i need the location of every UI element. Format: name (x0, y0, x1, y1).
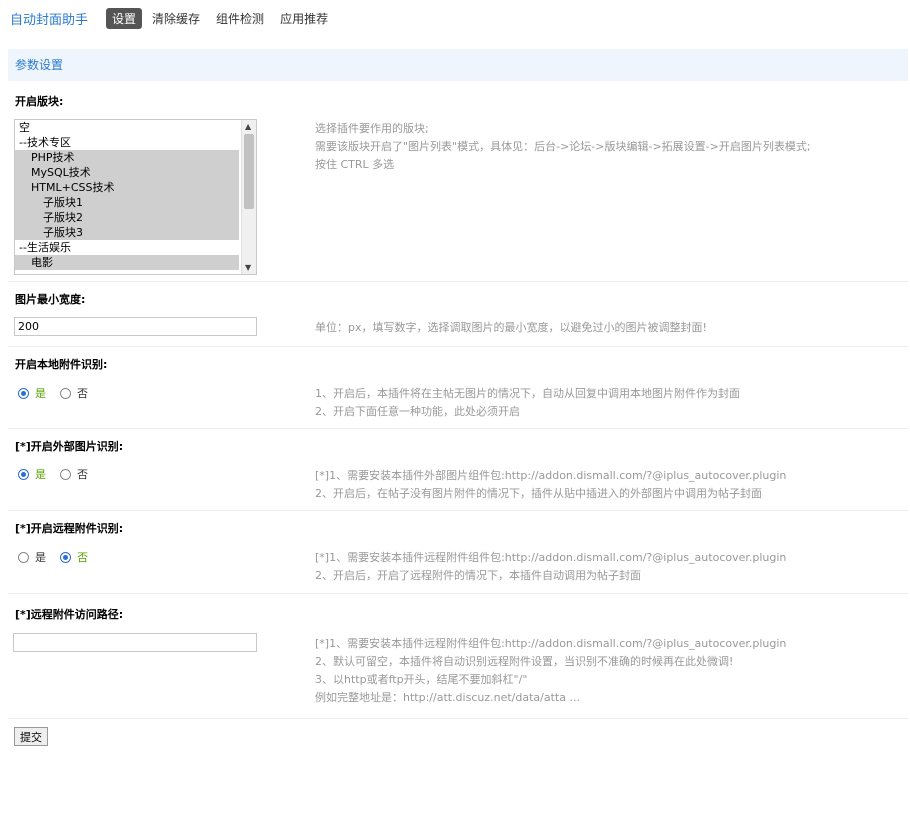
remote-path-label: [*]远程附件访问路径: (15, 608, 124, 621)
remote-attach-radios: 是 否 (18, 549, 102, 565)
local-attach-label: 开启本地附件识别: (15, 358, 108, 371)
remote-attach-hint: [*]1、需要安装本插件远程附件组件包:http://addon.dismall… (315, 549, 786, 585)
remote-attach-yes-radio[interactable] (18, 551, 29, 563)
local-attach-no-radio[interactable] (60, 387, 71, 399)
hint-line: 2、开启后，在帖子没有图片附件的情况下，插件从贴中插进入的外部图片中调用为帖子封… (315, 487, 762, 500)
hint-line: [*]1、需要安装本插件远程附件组件包:http://addon.dismall… (315, 637, 787, 650)
hint-line: 2、开启后，开启了远程附件的情况下，本插件自动调用为帖子封面 (315, 569, 641, 582)
external-image-yes-radio[interactable] (18, 468, 29, 480)
listbox-option[interactable]: 空 (15, 120, 239, 135)
listbox-option[interactable]: PHP技术 (15, 150, 239, 165)
divider (8, 281, 908, 282)
remote-attach-label: [*]开启远程附件识别: (15, 522, 124, 535)
radio-label-yes[interactable]: 是 (35, 385, 46, 401)
external-image-no-radio[interactable] (60, 468, 71, 480)
local-attach-hint: 1、开启后，本插件将在主帖无图片的情况下，自动从回复中调用本地图片附件作为封面 … (315, 385, 740, 421)
external-image-hint: [*]1、需要安装本插件外部图片组件包:http://addon.dismall… (315, 467, 786, 503)
listbox-option[interactable]: 子版块1 (15, 195, 239, 210)
listbox-option[interactable]: 子版块3 (15, 225, 239, 240)
listbox-option[interactable]: MySQL技术 (15, 165, 239, 180)
radio-label-no[interactable]: 否 (77, 385, 88, 401)
tab-settings[interactable]: 设置 (106, 7, 143, 29)
remote-attach-no-radio[interactable] (60, 551, 71, 563)
tab-component-check[interactable]: 组件检测 (210, 8, 270, 29)
hint-line: 例如完整地址是：http://att.discuz.net/data/atta … (315, 691, 580, 704)
listbox-option[interactable]: --技术专区 (15, 135, 239, 150)
scroll-thumb[interactable] (244, 134, 254, 209)
section-title: 参数设置 (8, 49, 908, 81)
radio-label-no[interactable]: 否 (77, 466, 88, 482)
listbox-option[interactable]: HTML+CSS技术 (15, 180, 239, 195)
hint-line: 需要该版块开启了"图片列表"模式，具体见：后台->论坛->版块编辑->拓展设置-… (315, 140, 811, 153)
tab-app-recommend[interactable]: 应用推荐 (274, 8, 334, 29)
submit-button[interactable]: 提交 (14, 727, 48, 746)
scroll-down-icon[interactable]: ▼ (245, 263, 251, 272)
block-select-hint: 选择插件要作用的版块; 需要该版块开启了"图片列表"模式，具体见：后台->论坛-… (315, 120, 811, 174)
divider (8, 593, 908, 594)
hint-line: [*]1、需要安装本插件外部图片组件包:http://addon.dismall… (315, 469, 787, 482)
divider (8, 346, 908, 347)
local-attach-yes-radio[interactable] (18, 387, 29, 399)
app-title[interactable]: 自动封面助手 (10, 9, 88, 28)
listbox-scrollbar[interactable]: ▲ ▼ (241, 120, 256, 274)
top-nav: 自动封面助手 设置 清除缓存 组件检测 应用推荐 (10, 7, 338, 29)
tab-clear-cache[interactable]: 清除缓存 (146, 8, 206, 29)
hint-line: 1、开启后，本插件将在主帖无图片的情况下，自动从回复中调用本地图片附件作为封面 (315, 387, 740, 400)
hint-line: 2、默认可留空，本插件将自动识别远程附件设置，当识别不准确的时候再在此处微调! (315, 655, 734, 668)
local-attach-radios: 是 否 (18, 385, 102, 401)
hint-line: 2、开启下面任意一种功能，此处必须开启 (315, 405, 520, 418)
listbox-options: 空 --技术专区 PHP技术 MySQL技术 HTML+CSS技术 子版块1 子版块2 子版块… (15, 120, 256, 270)
divider (8, 718, 908, 719)
external-image-label: [*]开启外部图片识别: (15, 440, 124, 453)
radio-label-yes[interactable]: 是 (35, 549, 46, 565)
remote-path-hint: [*]1、需要安装本插件远程附件组件包:http://addon.dismall… (315, 635, 786, 707)
listbox-option[interactable]: --生活娱乐 (15, 240, 239, 255)
hint-line: 选择插件要作用的版块; (315, 122, 429, 135)
divider (8, 428, 908, 429)
hint-line: 3、以http或者ftp开头，结尾不要加斜杠"/" (315, 673, 528, 686)
block-listbox[interactable]: 空 --技术专区 PHP技术 MySQL技术 HTML+CSS技术 子版块1 子版块2 子版块… (14, 119, 257, 275)
remote-path-input[interactable] (13, 633, 257, 652)
listbox-option[interactable]: 电影 (15, 255, 239, 270)
min-width-input[interactable] (14, 317, 257, 336)
external-image-radios: 是 否 (18, 466, 102, 482)
listbox-option[interactable]: 子版块2 (15, 210, 239, 225)
block-select-label: 开启版块: (15, 95, 64, 108)
min-width-label: 图片最小宽度: (15, 293, 86, 306)
divider (8, 510, 908, 511)
radio-label-no[interactable]: 否 (77, 549, 88, 565)
hint-line: [*]1、需要安装本插件远程附件组件包:http://addon.dismall… (315, 551, 787, 564)
hint-line: 按住 CTRL 多选 (315, 158, 395, 171)
min-width-hint: 单位：px，填写数字，选择调取图片的最小宽度，以避免过小的图片被调整封面! (315, 321, 707, 334)
scroll-up-icon[interactable]: ▲ (245, 122, 251, 131)
radio-label-yes[interactable]: 是 (35, 466, 46, 482)
